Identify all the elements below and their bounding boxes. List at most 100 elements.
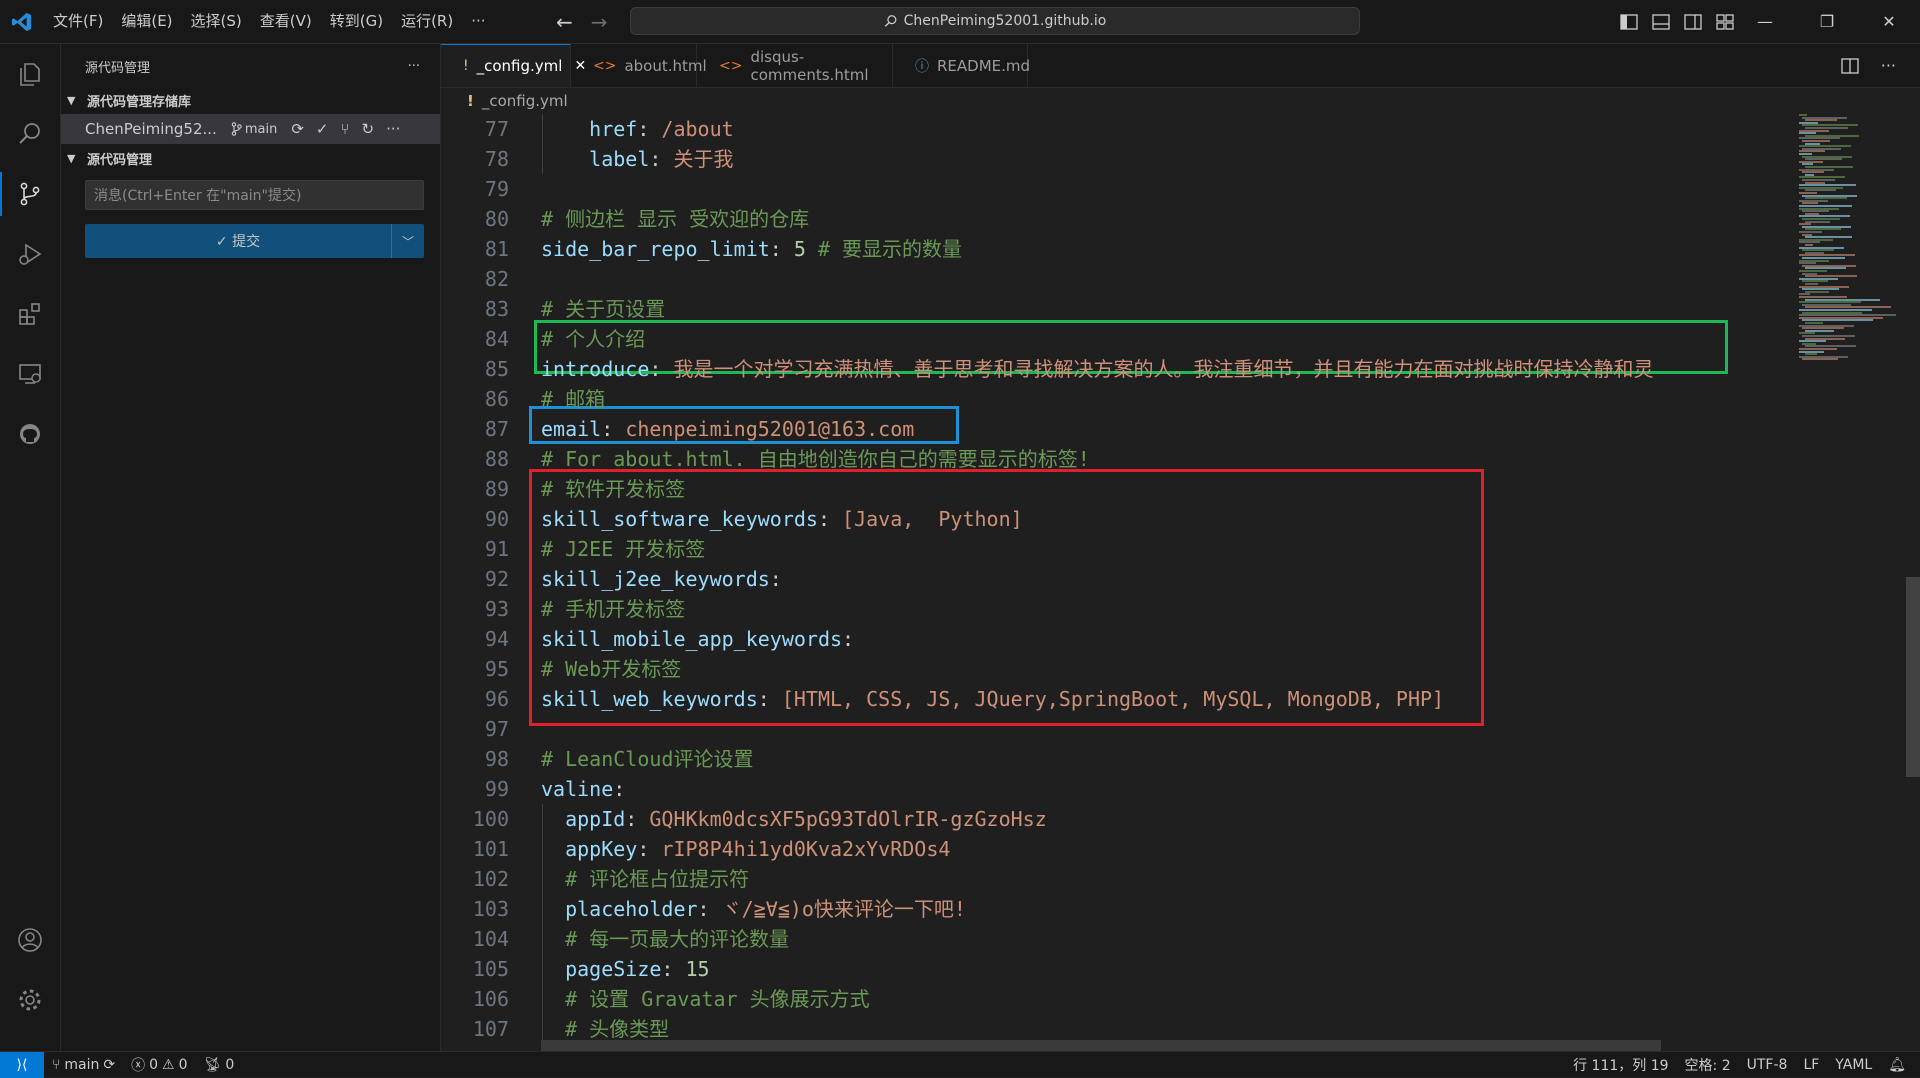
code-text: appId: GQHKkm0dcsXF5pG93TdOlrIR-gzGzoHsz <box>541 804 1047 834</box>
tab-4[interactable]: ⓘ README.md <box>893 44 1031 87</box>
minimap[interactable] <box>1795 114 1905 1051</box>
tab-label: README.md <box>937 56 1031 75</box>
language-mode[interactable]: YAML <box>1827 1057 1880 1073</box>
menu-item[interactable]: 文件(F) <box>44 0 112 43</box>
indentation[interactable]: 空格: 2 <box>1677 1055 1739 1075</box>
line-number: 82 <box>484 267 509 291</box>
code-text: # 关于页设置 <box>541 294 665 324</box>
code-line: 104 # 每一页最大的评论数量 <box>441 924 1781 954</box>
line-number: 97 <box>484 717 509 741</box>
cursor-position[interactable]: 行 111，列 19 <box>1565 1055 1676 1075</box>
menu-item[interactable]: 选择(S) <box>182 0 251 43</box>
accounts-icon[interactable] <box>0 910 60 970</box>
split-editor-icon[interactable] <box>1841 57 1859 74</box>
line-number: 91 <box>484 537 509 561</box>
menu-item[interactable]: 转到(G) <box>321 0 392 43</box>
commit-button[interactable]: ✓ 提交 ﹀ <box>85 224 424 258</box>
source-control-icon[interactable] <box>0 164 60 224</box>
customize-layout-icon[interactable] <box>1716 13 1734 30</box>
toggle-primary-sidebar-icon[interactable] <box>1620 13 1638 30</box>
scrollbar-thumb[interactable] <box>1906 577 1920 777</box>
tab-3[interactable]: <> disqus-comments.html <box>697 44 893 87</box>
status-ports[interactable]: 📡︎ 0 <box>196 1057 243 1073</box>
repo-branch[interactable]: main <box>231 122 277 137</box>
repo-more-icon[interactable]: ··· <box>386 120 400 138</box>
pull-request-icon[interactable]: ⑂ <box>340 120 349 138</box>
scm-section-header[interactable]: ▼ 源代码管理 <box>61 146 440 170</box>
code-editor[interactable]: 77 href: /about 78 label: 关于我 79 80 # 侧边栏 显示… <box>441 114 1781 1051</box>
code-token: [Java, Python] <box>842 507 1023 531</box>
remote-indicator-icon[interactable]: ⟩⟨ <box>0 1051 44 1078</box>
code-line: 81 side_bar_repo_limit: 5 # 要显示的数量 <box>441 234 1781 264</box>
toggle-secondary-sidebar-icon[interactable] <box>1684 13 1702 30</box>
explorer-icon[interactable] <box>0 44 60 104</box>
line-ending[interactable]: LF <box>1795 1057 1827 1073</box>
code-token: # 评论框占位提示符 <box>541 867 750 891</box>
search-activity-icon[interactable] <box>0 104 60 164</box>
sync-icon[interactable]: ⟳ <box>291 120 304 138</box>
line-number: 79 <box>484 177 509 201</box>
ports-count: 0 <box>225 1056 235 1073</box>
status-problems[interactable]: ⓧ 0 ⚠ 0 <box>123 1055 195 1075</box>
code-token: email <box>541 417 602 441</box>
toggle-panel-icon[interactable] <box>1652 13 1670 30</box>
code-line: 95 # Web开发标签 <box>441 654 1781 684</box>
code-line: 82 <box>441 264 1781 294</box>
horizontal-scrollbar[interactable] <box>541 1040 1661 1051</box>
sidebar-more-icon[interactable]: ··· <box>408 59 420 74</box>
code-text: introduce: 我是一个对学习充满热情、善于思考和寻找解决方案的人。我注重… <box>541 354 1653 384</box>
menu-item[interactable]: 编辑(E) <box>112 0 181 43</box>
repository-name: ChenPeiming52... <box>85 120 217 138</box>
code-token: # 软件开发标签 <box>541 477 686 501</box>
refresh-icon[interactable]: ↻ <box>361 120 374 138</box>
run-debug-icon[interactable] <box>0 224 60 284</box>
code-text: skill_mobile_app_keywords: <box>541 624 854 654</box>
menu-item[interactable]: ··· <box>462 0 494 43</box>
code-token: skill_mobile_app_keywords <box>541 627 843 651</box>
code-token: skill_web_keywords <box>541 687 758 711</box>
extensions-icon[interactable] <box>0 284 60 344</box>
repositories-section-header[interactable]: ▼ 源代码管理存储库 <box>61 88 440 112</box>
breadcrumb-file[interactable]: _config.yml <box>482 92 568 110</box>
code-token: appKey <box>541 837 638 861</box>
notifications-bell-icon[interactable]: 🔔︎ <box>1880 1057 1914 1073</box>
line-number: 105 <box>472 957 509 981</box>
code-line: 89 # 软件开发标签 <box>441 474 1781 504</box>
encoding[interactable]: UTF-8 <box>1739 1057 1796 1073</box>
settings-gear-icon[interactable] <box>0 970 60 1030</box>
editor-more-icon[interactable]: ··· <box>1881 56 1896 75</box>
line-number: 100 <box>472 807 509 831</box>
vscode-logo-icon <box>0 0 44 43</box>
code-text: skill_web_keywords: [HTML, CSS, JS, JQue… <box>541 684 1444 714</box>
code-text: skill_j2ee_keywords: <box>541 564 782 594</box>
tab-1[interactable]: ! _config.yml ✕ <box>441 44 586 87</box>
command-center[interactable]: ChenPeiming52001.github.io <box>630 7 1360 35</box>
github-icon[interactable] <box>0 404 60 464</box>
code-line: 90 skill_software_keywords: [Java, Python… <box>441 504 1781 534</box>
chevron-down-icon: ▼ <box>67 93 76 107</box>
code-text: label: 关于我 <box>541 144 733 174</box>
minimize-icon[interactable]: — <box>1734 0 1796 43</box>
menu-bar: 文件(F) 编辑(E) 选择(S) 查看(V) 转到(G) 运行(R) ··· <box>44 0 495 43</box>
broadcast-icon: 📡︎ <box>203 1056 222 1073</box>
menu-item[interactable]: 运行(R) <box>392 0 462 43</box>
forward-arrow-icon[interactable]: → <box>591 10 608 34</box>
repository-actions: ⟳ ✓ ⑂ ↻ ··· <box>291 120 400 138</box>
menu-item[interactable]: 查看(V) <box>251 0 321 43</box>
restore-icon[interactable]: ❐ <box>1796 0 1858 43</box>
repository-row[interactable]: ChenPeiming52... main ⟳ ✓ ⑂ ↻ ··· <box>61 114 440 144</box>
line-number: 93 <box>484 597 509 621</box>
vertical-scrollbar[interactable] <box>1906 114 1920 1051</box>
code-token: # 关于页设置 <box>541 297 666 321</box>
status-branch[interactable]: ⑂ main ⟳ <box>44 1057 123 1073</box>
back-arrow-icon[interactable]: ← <box>556 10 573 34</box>
code-token: : <box>625 807 650 831</box>
tab-2[interactable]: <> about.html <box>571 44 707 87</box>
commit-dropdown-chevron-icon[interactable]: ﹀ <box>391 224 424 258</box>
commit-button-label: ✓ 提交 <box>215 234 261 250</box>
commit-check-icon[interactable]: ✓ <box>316 120 329 138</box>
yaml-file-icon: ! <box>467 92 474 110</box>
remote-explorer-icon[interactable] <box>0 344 60 404</box>
commit-message-input[interactable]: 消息(Ctrl+Enter 在"main"提交) <box>85 180 424 210</box>
close-window-icon[interactable]: ✕ <box>1858 0 1920 43</box>
